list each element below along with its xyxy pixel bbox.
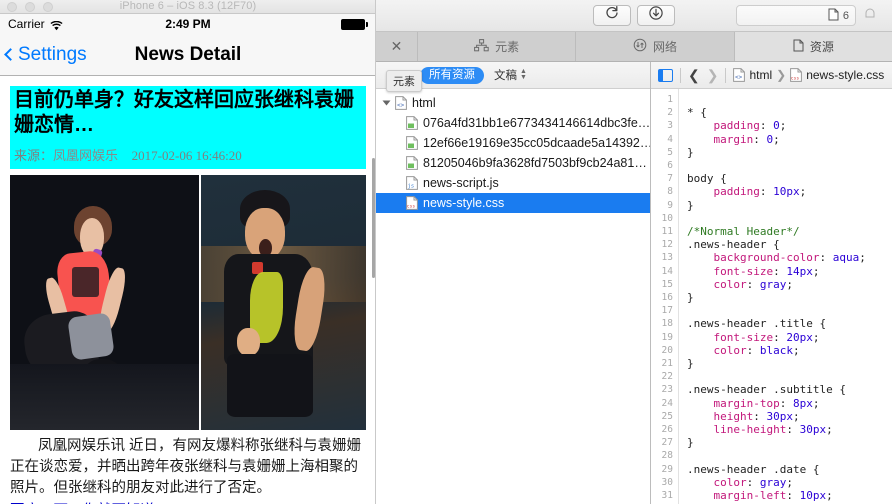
tree-row-image-1[interactable]: 076a4fd31bb1e6773434146614dbc3fe…	[376, 113, 650, 133]
news-page: 目前仍单身？好友这样回应张继科袁姗姗恋情… 来源：凤凰网娱乐 2017-02-0…	[0, 76, 376, 504]
toolbar-right-group: 6	[736, 5, 884, 26]
back-button[interactable]: Settings	[0, 44, 87, 66]
chevron-right-icon[interactable]: ❯	[707, 68, 719, 82]
tree-label-html: html	[412, 96, 436, 110]
code-source-text[interactable]: * { padding: 0; margin: 0;} body { paddi…	[679, 89, 892, 504]
chevron-left-icon[interactable]: ❮	[688, 68, 700, 82]
inspector-toolbar: 6	[376, 0, 892, 32]
code-editor[interactable]: 1 2 3 4 5 6 7 8 9 10 11 12 13 14 15 16 17 18 19 20 21 22 23 24 2…	[651, 89, 892, 504]
bell-button[interactable]	[856, 6, 884, 25]
tree-label-news-script: news-script.js	[423, 176, 499, 190]
resource-count-field[interactable]: 6	[736, 5, 856, 26]
simulator-titlebar: iPhone 6 – iOS 8.3 (12F70)	[0, 0, 376, 14]
image-file-icon	[406, 116, 418, 130]
elements-tooltip: 元素	[386, 70, 422, 92]
tree-label-image-3: 81205046b9fa3628fd7503bf9cb24a81…	[423, 156, 647, 170]
carrier-area: Carrier	[8, 17, 63, 31]
resources-filter-bar: 所有资源 文稿 ▲ ▼ 元素	[376, 62, 650, 92]
line-number-gutter: 1 2 3 4 5 6 7 8 9 10 11 12 13 14 15 16 17 18 19 20 21 22 23 24 2…	[651, 89, 679, 504]
sidebar-toggle-icon[interactable]	[658, 68, 673, 82]
bell-icon	[864, 6, 876, 25]
breadcrumb-file[interactable]: news-style.css	[806, 68, 884, 82]
chevron-left-icon	[4, 48, 17, 61]
back-button-label: Settings	[18, 43, 87, 65]
news-subtitle: 来源：凤凰网娱乐 2017-02-06 16:46:20	[14, 143, 362, 169]
network-icon	[633, 38, 647, 55]
download-icon	[648, 5, 664, 26]
wifi-icon	[50, 20, 63, 31]
filter-all-resources[interactable]: 所有资源	[420, 66, 484, 84]
css-file-icon: css	[790, 68, 803, 82]
news-source-name: 凤凰网娱乐	[53, 148, 119, 163]
ios-status-bar: Carrier 2:49 PM	[0, 14, 376, 34]
resources-panel: 所有资源 文稿 ▲ ▼ 元素 <> html 076a4fd31bb1e6773…	[376, 62, 651, 504]
news-source-label: 来源：	[14, 148, 54, 163]
document-icon	[828, 8, 839, 24]
tree-label-image-2: 12ef66e19169e35cc05dcaade5a14392…	[423, 136, 650, 150]
battery-icon	[341, 18, 368, 30]
web-inspector: 6 ✕ 元素 网络 资源 所有资源 文稿 ▲ ▼ 元素 <> html 076a…	[376, 0, 892, 504]
app-root: iPhone 6 – iOS 8.3 (12F70) Carrier 2:49 …	[0, 0, 892, 504]
news-photo	[10, 175, 366, 430]
close-icon: ✕	[390, 38, 403, 54]
js-file-icon: js	[406, 176, 418, 190]
resource-count-value: 6	[842, 9, 849, 22]
css-file-icon: css	[406, 196, 418, 210]
tab-network[interactable]: 网络	[576, 32, 735, 61]
news-body-text: 凤凰网娱乐讯 近日，有网友爆料称张继科与袁姗姗正在谈恋爱，并晒出跨年夜张继科与袁…	[10, 438, 362, 496]
image-file-icon	[406, 156, 418, 170]
html-file-icon: <>	[733, 68, 746, 82]
news-date: 2017-02-06 16:46:20	[131, 148, 242, 163]
tree-row-image-3[interactable]: 81205046b9fa3628fd7503bf9cb24a81…	[376, 153, 650, 173]
stepper-icon[interactable]: ▲ ▼	[520, 68, 527, 81]
svg-text:<>: <>	[735, 74, 743, 81]
tab-elements[interactable]: 元素	[418, 32, 577, 61]
resources-icon	[793, 39, 804, 55]
carrier-label: Carrier	[8, 17, 45, 31]
ios-simulator-window: iPhone 6 – iOS 8.3 (12F70) Carrier 2:49 …	[0, 0, 376, 504]
elements-icon	[474, 38, 489, 55]
news-header: 目前仍单身？好友这样回应张继科袁姗姗恋情… 来源：凤凰网娱乐 2017-02-0…	[10, 86, 366, 169]
tree-row-news-script[interactable]: js news-script.js	[376, 173, 650, 193]
photo-left-woman	[10, 175, 199, 430]
svg-text:js: js	[408, 184, 415, 190]
disclosure-triangle-icon[interactable]	[382, 100, 391, 106]
close-inspector-button[interactable]: ✕	[376, 32, 418, 61]
reload-button[interactable]	[593, 5, 631, 26]
tab-elements-label: 元素	[495, 40, 520, 54]
resource-tree[interactable]: <> html 076a4fd31bb1e6773434146614dbc3fe…	[376, 89, 650, 504]
news-title: 目前仍单身？好友这样回应张继科袁姗姗恋情…	[14, 89, 354, 136]
breadcrumb-separator: ❯	[776, 68, 787, 82]
tab-resources-label: 资源	[809, 40, 834, 54]
reload-icon	[604, 5, 620, 26]
tree-row-image-2[interactable]: 12ef66e19169e35cc05dcaade5a14392…	[376, 133, 650, 153]
tree-row-html[interactable]: <> html	[376, 93, 650, 113]
html-file-icon: <>	[395, 96, 407, 110]
code-header-bar: ❮ ❯ <> html ❯ css news-style.css	[651, 62, 892, 89]
breadcrumb-root[interactable]: html	[749, 68, 772, 82]
code-panel: ❮ ❯ <> html ❯ css news-style.css 1 2 3 4…	[651, 62, 892, 504]
ios-navigation-bar: Settings News Detail	[0, 34, 376, 76]
tab-resources[interactable]: 资源	[734, 32, 892, 61]
breadcrumb: <> html ❯ css news-style.css	[733, 68, 884, 82]
webview-content[interactable]: 目前仍单身？好友这样回应张继科袁姗姗恋情… 来源：凤凰网娱乐 2017-02-0…	[0, 76, 376, 504]
image-file-icon	[406, 136, 418, 150]
filter-documents[interactable]: 文稿 ▲ ▼	[494, 67, 527, 83]
svg-text:css: css	[791, 77, 800, 82]
svg-text:<>: <>	[397, 102, 405, 109]
filter-documents-label: 文稿	[494, 70, 517, 82]
inspector-body: 所有资源 文稿 ▲ ▼ 元素 <> html 076a4fd31bb1e6773…	[376, 62, 892, 504]
tree-label-news-style: news-style.css	[423, 196, 505, 210]
simulator-window-title: iPhone 6 – iOS 8.3 (12F70)	[119, 0, 257, 12]
tree-row-news-style[interactable]: css news-style.css	[376, 193, 650, 213]
tree-label-image-1: 076a4fd31bb1e6773434146614dbc3fe…	[423, 116, 650, 130]
tab-network-label: 网络	[652, 40, 677, 54]
inspector-tab-bar: ✕ 元素 网络 资源	[376, 32, 892, 62]
download-button[interactable]	[637, 5, 675, 26]
photo-right-man	[198, 175, 366, 430]
svg-text:css: css	[407, 205, 416, 210]
